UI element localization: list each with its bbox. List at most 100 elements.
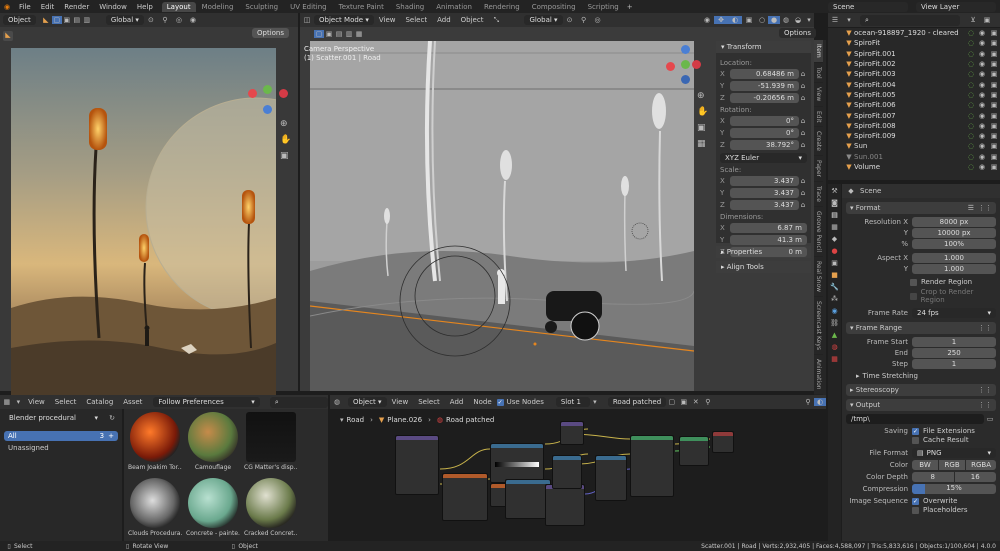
color-rgba-button[interactable]: RGBA xyxy=(966,460,997,470)
output-properties-icon[interactable]: ▤ xyxy=(831,211,838,219)
compression-slider[interactable]: 15% xyxy=(912,484,996,494)
node-snap-icon[interactable]: ⚲ xyxy=(802,398,814,406)
res-percent-slider[interactable]: 100% xyxy=(912,239,996,249)
format-panel-header[interactable]: ▾ Format ☰ ⋮⋮ xyxy=(846,202,996,214)
outliner-item[interactable]: ▼ Volume ◌ ◉ ▣ xyxy=(844,162,1000,172)
asset-menu-catalog[interactable]: Catalog xyxy=(86,398,113,406)
visibility-eye-icon[interactable]: ◉ xyxy=(976,112,988,120)
tab-uv-editing[interactable]: UV Editing xyxy=(290,3,327,11)
slot-chevron-icon[interactable]: ▾ xyxy=(590,398,600,406)
visibility-eye-icon[interactable]: ◉ xyxy=(976,101,988,109)
visibility-eye-icon[interactable]: ◉ xyxy=(976,50,988,58)
shading-material-icon[interactable]: ◍ xyxy=(780,16,792,24)
visibility-icon[interactable]: ◉ xyxy=(186,16,200,24)
asset-menu-asset[interactable]: Asset xyxy=(123,398,142,406)
folder-icon[interactable]: ▭ xyxy=(984,415,996,423)
scale-y-field[interactable]: 3.437 xyxy=(730,188,799,198)
node-menu-add[interactable]: Add xyxy=(450,398,464,406)
modifier-icon[interactable]: ◌ xyxy=(966,81,976,89)
outliner-item[interactable]: ▼ SpiroFit.005 ◌ ◉ ▣ xyxy=(844,90,1000,100)
asset-browser-editor-icon[interactable]: ▦ xyxy=(0,398,14,406)
menu-file[interactable]: File xyxy=(19,3,31,11)
collection-properties-icon[interactable]: ▣ xyxy=(831,259,838,267)
toggle-visibility-icon[interactable]: ◉ xyxy=(700,16,714,24)
render-camera-icon[interactable]: ▣ xyxy=(988,70,1000,78)
outliner-display-mode-icon[interactable]: ▾ xyxy=(842,16,856,24)
nav-gizmo-z-dot[interactable] xyxy=(681,45,690,54)
shading-wireframe-icon[interactable]: ○ xyxy=(756,16,768,24)
render-camera-icon[interactable]: ▣ xyxy=(988,29,1000,37)
node-menu-view[interactable]: View xyxy=(392,398,409,406)
overwrite-checkbox[interactable]: ✓ xyxy=(912,497,919,505)
select-box-icon[interactable]: ▢ xyxy=(51,16,62,24)
image-gizmo-blue-dot[interactable] xyxy=(263,105,272,114)
menu-window[interactable]: Window xyxy=(99,3,127,11)
constraints-properties-icon[interactable]: ⛓ xyxy=(830,319,839,327)
dimension-x-field[interactable]: 6.87 m xyxy=(730,223,807,233)
rotation-z-field[interactable]: 38.792° xyxy=(730,140,799,150)
viewport-zoom-icon[interactable]: ⊕ xyxy=(697,91,705,101)
render-camera-icon[interactable]: ▣ xyxy=(988,153,1000,161)
render-camera-icon[interactable]: ▣ xyxy=(988,60,1000,68)
node-bump[interactable] xyxy=(545,484,585,526)
blender-logo-icon[interactable]: ◉ xyxy=(0,3,14,11)
rotation-x-field[interactable]: 0° xyxy=(730,116,799,126)
image-editor-options-button[interactable]: Options xyxy=(252,28,290,38)
image-sequence-row[interactable]: Image Sequence ✓ Overwrite xyxy=(846,497,996,505)
frame-start-field[interactable]: 1 xyxy=(912,337,996,347)
asset-tile[interactable]: Beam Joakim Tor... xyxy=(128,412,182,475)
pin-icon[interactable]: ⚲ xyxy=(702,398,714,406)
res-y-field[interactable]: 10000 px xyxy=(912,228,996,238)
slot-dropdown[interactable]: Slot 1 xyxy=(555,397,590,407)
frame-end-row[interactable]: End 250 xyxy=(846,348,996,358)
render-camera-icon[interactable]: ▣ xyxy=(988,91,1000,99)
asset-tile[interactable]: Clouds Procedura... xyxy=(128,478,182,541)
use-nodes-checkbox[interactable]: ✓ xyxy=(496,398,504,406)
select-subtract-icon[interactable]: ▤ xyxy=(72,16,82,24)
add-workspace-icon[interactable]: + xyxy=(625,3,635,11)
select-invert-mode-icon[interactable]: ▥ xyxy=(344,30,354,38)
modifier-icon[interactable]: ◌ xyxy=(966,60,976,68)
node-menu-select[interactable]: Select xyxy=(418,398,440,406)
res-y-row[interactable]: Y 10000 px xyxy=(846,228,996,238)
node-mix-shader[interactable] xyxy=(679,436,709,466)
color-mode-row[interactable]: Color BW RGB RGBA xyxy=(846,460,997,470)
tool-properties-icon[interactable]: ⚒ xyxy=(831,187,837,195)
frame-rate-dropdown[interactable]: 24 fps ▾ xyxy=(912,308,996,318)
new-collection-icon[interactable]: ▣ xyxy=(980,16,994,24)
rotation-y-field[interactable]: 0° xyxy=(730,128,799,138)
asset-search[interactable]: ⌕ xyxy=(269,396,329,408)
tab-create[interactable]: Create xyxy=(814,127,823,157)
asset-menu-select[interactable]: Select xyxy=(55,398,77,406)
scale-x-row[interactable]: X 3.437 ⌂ xyxy=(720,176,807,186)
color-bw-button[interactable]: BW xyxy=(912,460,939,470)
lock-icon[interactable]: ⌂ xyxy=(799,117,807,125)
lock-icon[interactable]: ⌂ xyxy=(799,82,807,90)
outliner-item[interactable]: ▼ SpiroFit.009 ◌ ◉ ▣ xyxy=(844,131,1000,141)
asset-tile[interactable]: CG Matter's disp... xyxy=(244,412,298,475)
viewport-menu-add[interactable]: Add xyxy=(437,16,451,24)
image-gizmo-x-dot[interactable] xyxy=(279,89,288,98)
select-extend-mode-icon[interactable]: ▣ xyxy=(324,30,334,38)
node-material-output[interactable] xyxy=(712,431,734,453)
location-z-field[interactable]: -0.20656 m xyxy=(730,93,799,103)
material-properties-icon[interactable]: ◍ xyxy=(831,343,837,351)
menu-help[interactable]: Help xyxy=(137,3,153,11)
view-layer-selector[interactable]: View Layer xyxy=(916,1,996,12)
zoom-icon[interactable]: ⊕ xyxy=(280,119,288,129)
select-extend-icon[interactable]: ▣ xyxy=(62,16,72,24)
outliner-item[interactable]: ▼ SpiroFit.006 ◌ ◉ ▣ xyxy=(844,100,1000,110)
rotation-x-row[interactable]: X 0° ⌂ xyxy=(720,116,807,126)
duplicate-icon[interactable]: ▣ xyxy=(678,398,690,406)
snap-icon[interactable]: ⚲ xyxy=(158,16,172,24)
location-x-row[interactable]: X 0.68486 m ⌂ xyxy=(720,69,807,79)
render-camera-icon[interactable]: ▣ xyxy=(988,101,1000,109)
view-layer-icon[interactable]: ▦ xyxy=(831,223,838,231)
location-z-row[interactable]: Z -0.20656 m ⌂ xyxy=(720,93,807,103)
asset-menu-view[interactable]: View xyxy=(28,398,45,406)
aspect-y-row[interactable]: Y 1.000 xyxy=(846,264,996,274)
modifier-icon[interactable]: ◌ xyxy=(966,50,976,58)
visibility-eye-icon[interactable]: ◉ xyxy=(976,91,988,99)
scale-z-field[interactable]: 3.437 xyxy=(730,200,799,210)
visibility-eye-icon[interactable]: ◉ xyxy=(976,122,988,130)
